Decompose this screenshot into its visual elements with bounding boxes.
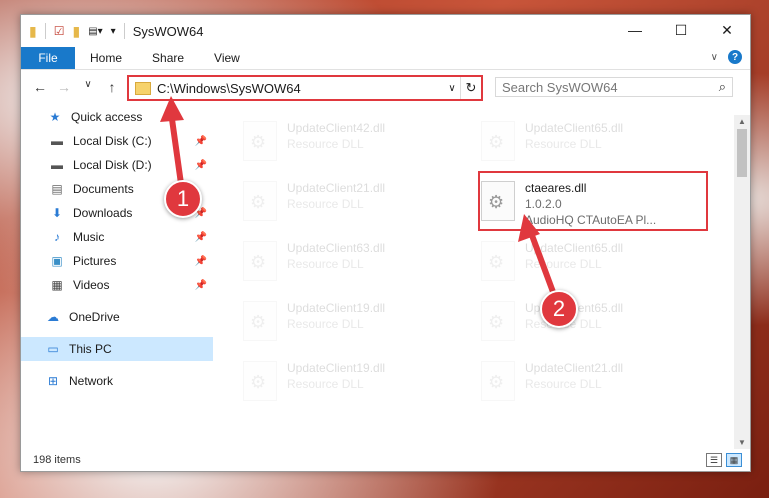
step-badge-1: 1 bbox=[164, 180, 202, 218]
annotation-arrowhead-2 bbox=[518, 214, 540, 242]
annotation-arrowhead-1 bbox=[160, 96, 184, 122]
annotation-arrows bbox=[160, 96, 559, 303]
annotation-arrow-2 bbox=[527, 227, 559, 303]
step-badge-2: 2 bbox=[540, 290, 578, 328]
